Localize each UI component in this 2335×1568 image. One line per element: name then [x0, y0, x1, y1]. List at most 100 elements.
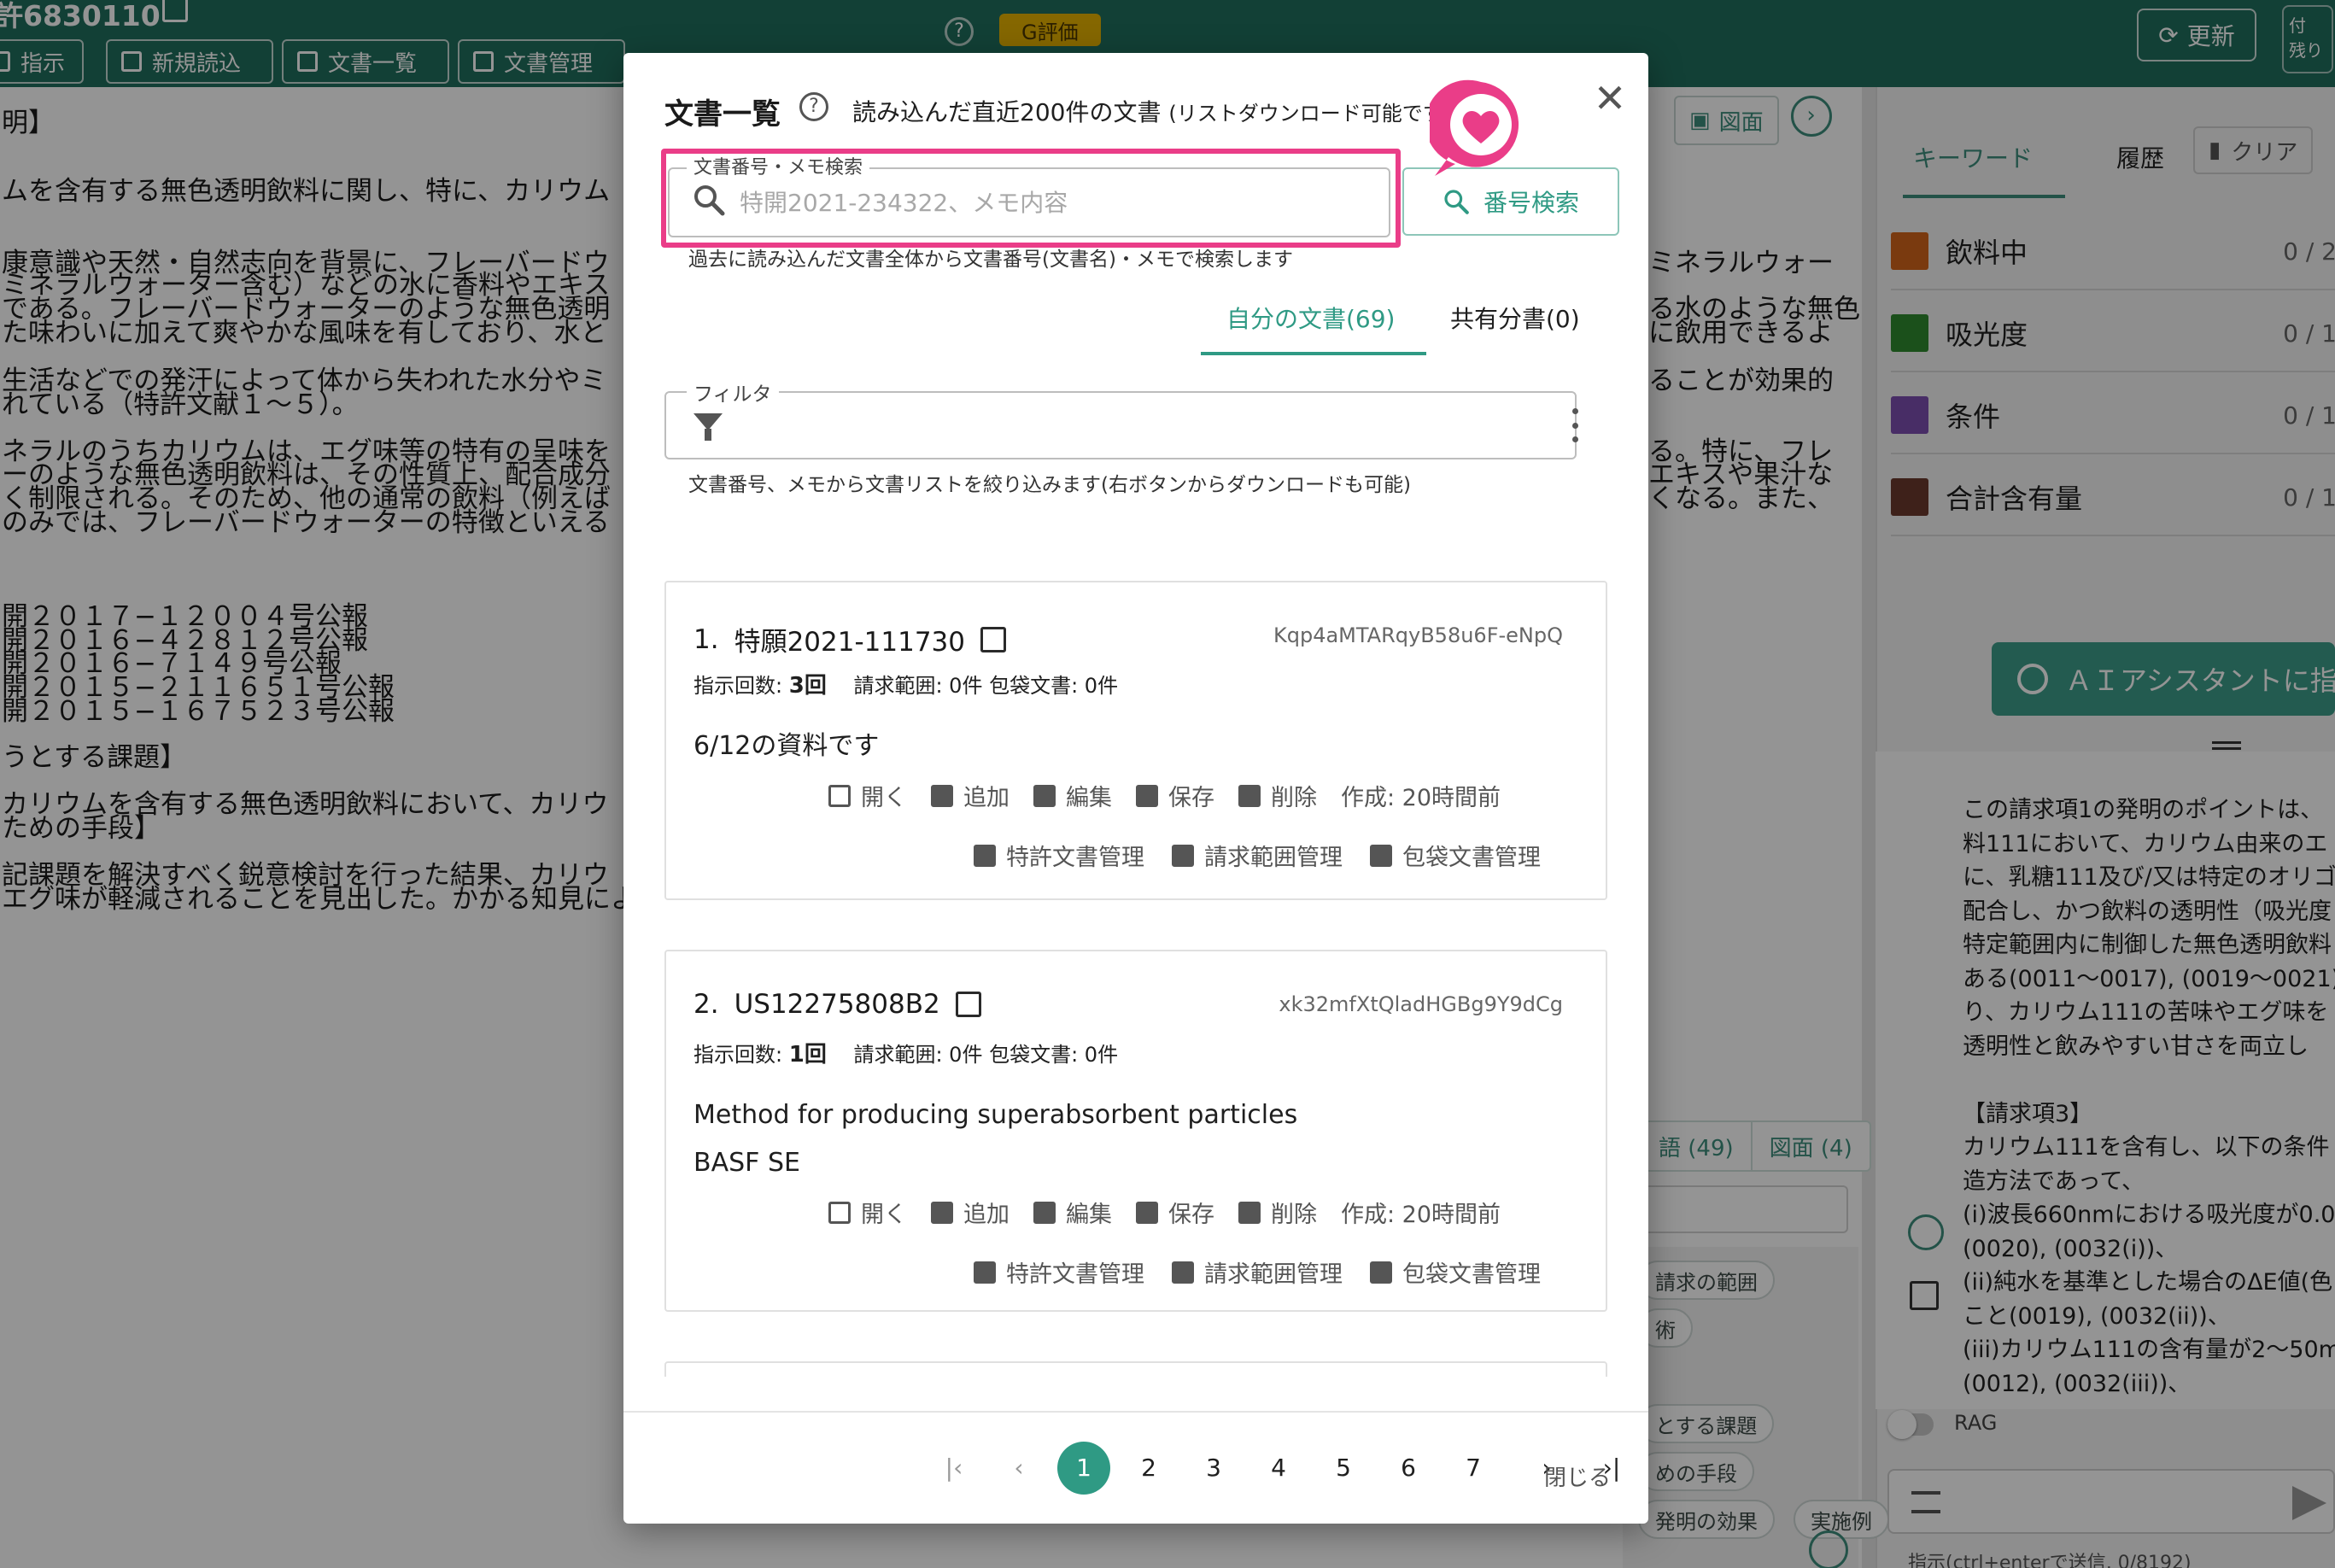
- dialog-description: 読み込んだ直近200件の文書 (リストダウンロード可能です): [852, 98, 1452, 126]
- save-button[interactable]: 保存: [1136, 1196, 1214, 1229]
- add-icon: [931, 784, 953, 807]
- document-card: 3.WO2020/065849mc8_N-dZS8em6zHT1djR_A: [664, 1361, 1607, 1377]
- add-icon: [931, 1201, 953, 1224]
- prev-page-icon[interactable]: ‹: [992, 1442, 1045, 1495]
- patent-manage-button-label: 特許文書管理: [1006, 1261, 1144, 1288]
- delete-label: 削除: [1271, 785, 1317, 811]
- download-icon: [1136, 1201, 1158, 1224]
- document-list: 1. 特願2021-111730 Kqp4aMTARqyB58u6F-eNpQ 指示回…: [623, 526, 1648, 1377]
- search-help-text: 過去に読み込んだ文書全体から文書番号(文書名)・メモで検索します: [688, 249, 1293, 271]
- save-button[interactable]: 保存: [1136, 779, 1214, 812]
- document-memo: 6/12の資料です: [693, 723, 879, 770]
- claims-count: 請求範囲: 0件: [853, 1043, 983, 1067]
- document-number[interactable]: US12275808B2: [734, 989, 940, 1020]
- heart-icon: [1430, 79, 1519, 176]
- patent-manage-button[interactable]: 特許文書管理: [974, 839, 1144, 872]
- page-7-button[interactable]: 7: [1447, 1442, 1500, 1495]
- page-5-button[interactable]: 5: [1317, 1442, 1370, 1495]
- memo-line: Method for producing superabsorbent part…: [693, 1100, 1298, 1130]
- open-icon: [828, 784, 851, 807]
- page-3-button[interactable]: 3: [1187, 1442, 1240, 1495]
- edit-icon: [1033, 1201, 1056, 1224]
- bundle-count: 包袋文書: 0件: [989, 674, 1119, 698]
- page-2-button[interactable]: 2: [1122, 1442, 1175, 1495]
- document-list-dialog: 文書一覧 ? 読み込んだ直近200件の文書 (リストダウンロード可能です) ✕ …: [623, 53, 1648, 1524]
- document-title: 1. 特願2021-111730: [693, 620, 1006, 658]
- search-icon: [1444, 190, 1469, 214]
- bundle-count: 包袋文書: 0件: [989, 1043, 1119, 1067]
- document-memo: Method for producing superabsorbent part…: [693, 1091, 1297, 1187]
- add-label: 追加: [963, 1202, 1009, 1228]
- instruction-count-label: 指示回数:: [693, 674, 783, 698]
- folder-icon: [1370, 844, 1392, 867]
- edit-icon: [1033, 784, 1056, 807]
- select-checkbox[interactable]: [955, 992, 981, 1017]
- document-number[interactable]: 特願2021-111730: [734, 620, 965, 658]
- document-card: 2. US12275808B2 xk32mfXtQladHGBg9Y9dCg 指示回数…: [664, 950, 1607, 1312]
- close-button[interactable]: 閉じる: [1544, 1460, 1611, 1492]
- memo-line: 6/12の資料です: [693, 731, 880, 761]
- document-id: Kqp4aMTARqyB58u6F-eNpQ: [1273, 623, 1563, 647]
- page-6-button[interactable]: 6: [1382, 1442, 1435, 1495]
- edit-button[interactable]: 編集: [1033, 779, 1112, 812]
- close-icon[interactable]: ✕: [1589, 77, 1631, 120]
- filter-legend: フィルタ: [687, 377, 779, 407]
- claims-manage-button[interactable]: 請求範囲管理: [1172, 839, 1343, 872]
- instruction-count: 1回: [788, 1042, 827, 1068]
- pagination: |‹ ‹ › ›| 閉じる 1234567: [623, 1411, 1648, 1524]
- document-management-links: 特許文書管理 請求範囲管理 包袋文書管理: [974, 1255, 1541, 1289]
- grid-icon: [974, 1261, 996, 1284]
- select-checkbox[interactable]: [980, 626, 1006, 652]
- download-icon: [1136, 784, 1158, 807]
- help-icon[interactable]: ?: [799, 92, 828, 121]
- bundle-manage-button[interactable]: 包袋文書管理: [1370, 1255, 1541, 1289]
- document-card: 1. 特願2021-111730 Kqp4aMTARqyB58u6F-eNpQ 指示回…: [664, 581, 1607, 900]
- delete-icon: [1238, 1201, 1261, 1224]
- document-actions: 開く 追加 編集 保存 削除 作成: 20時間前: [828, 1196, 1501, 1229]
- clipboard-icon: [1172, 844, 1194, 867]
- document-meta: 指示回数: 1回 請求範囲: 0件 包袋文書: 0件: [693, 1037, 1118, 1068]
- tab-my-documents[interactable]: 自分の文書(69): [1226, 301, 1395, 335]
- claims-manage-button[interactable]: 請求範囲管理: [1172, 1255, 1343, 1289]
- delete-button[interactable]: 削除: [1238, 1196, 1317, 1229]
- patent-manage-button[interactable]: 特許文書管理: [974, 1255, 1144, 1289]
- edit-label: 編集: [1066, 1202, 1112, 1228]
- folder-icon: [1370, 1261, 1392, 1284]
- claims-manage-button-label: 請求範囲管理: [1204, 845, 1343, 871]
- created-time: 作成: 20時間前: [1341, 1202, 1501, 1228]
- edit-label: 編集: [1066, 785, 1112, 811]
- claims-count: 請求範囲: 0件: [853, 674, 983, 698]
- patent-manage-button-label: 特許文書管理: [1006, 845, 1144, 871]
- save-label: 保存: [1168, 785, 1214, 811]
- bundle-manage-button-label: 包袋文書管理: [1402, 845, 1541, 871]
- claims-manage-button-label: 請求範囲管理: [1204, 1261, 1343, 1288]
- page-1-button[interactable]: 1: [1057, 1442, 1110, 1495]
- clipboard-icon: [1172, 1261, 1194, 1284]
- dialog-title: 文書一覧: [664, 97, 781, 132]
- more-vert-icon[interactable]: [1570, 408, 1580, 442]
- tab-indicator: [1201, 352, 1426, 355]
- delete-icon: [1238, 784, 1261, 807]
- tab-shared-documents[interactable]: 共有分書(0): [1450, 301, 1580, 335]
- open-label: 開く: [861, 785, 907, 811]
- document-actions: 開く 追加 編集 保存 削除 作成: 20時間前: [828, 779, 1501, 812]
- open-button[interactable]: 開く: [828, 779, 907, 812]
- add-button[interactable]: 追加: [931, 779, 1009, 812]
- created-time: 作成: 20時間前: [1341, 785, 1501, 811]
- page-4-button[interactable]: 4: [1252, 1442, 1305, 1495]
- edit-button[interactable]: 編集: [1033, 1196, 1112, 1229]
- document-title: 2. US12275808B2: [693, 989, 981, 1020]
- open-button[interactable]: 開く: [828, 1196, 907, 1229]
- filter-input[interactable]: [734, 403, 1554, 451]
- document-index: 2.: [693, 989, 719, 1020]
- add-button[interactable]: 追加: [931, 1196, 1009, 1229]
- first-page-icon[interactable]: |‹: [928, 1442, 980, 1495]
- grid-icon: [974, 844, 996, 867]
- highlight-frame: [661, 149, 1401, 248]
- open-icon: [828, 1201, 851, 1224]
- add-label: 追加: [963, 785, 1009, 811]
- delete-button[interactable]: 削除: [1238, 779, 1317, 812]
- bundle-manage-button[interactable]: 包袋文書管理: [1370, 839, 1541, 872]
- memo-line: BASF SE: [693, 1148, 800, 1178]
- filter-icon: [693, 413, 723, 441]
